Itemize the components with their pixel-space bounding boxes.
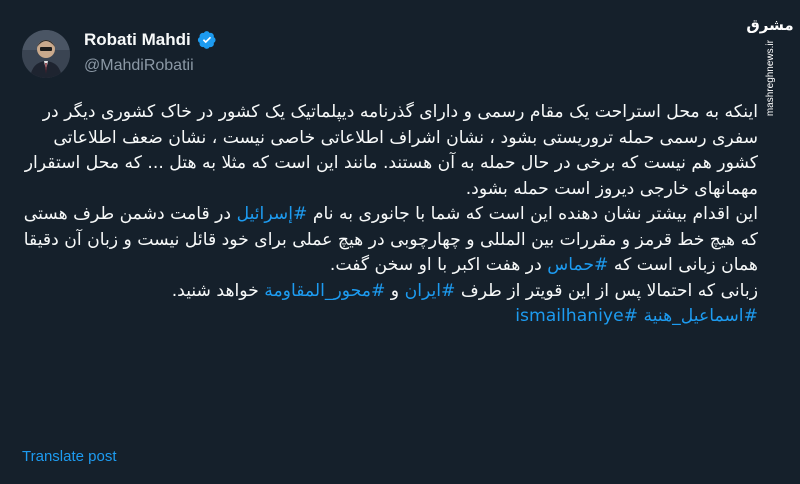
translate-post-link[interactable]: Translate post — [22, 448, 117, 465]
post-paragraph-4: #اسماعیل_هنية #ismailhaniye — [22, 304, 758, 330]
text-segment: و — [385, 280, 405, 301]
hashtag-link[interactable]: #حماس — [547, 255, 608, 275]
hashtag-link[interactable]: #ایران — [405, 281, 456, 301]
post-text: اینکه به محل استراحت یک مقام رسمی و دارا… — [22, 100, 758, 330]
text-segment: زبانی که احتمالا پس از این قویتر از طرف — [455, 280, 758, 301]
hashtag-link[interactable]: #محور_المقاومة — [264, 281, 385, 301]
post-paragraph-2: این اقدام بیشتر نشان دهنده این است که شم… — [22, 202, 758, 279]
avatar[interactable] — [22, 30, 70, 78]
author-display-name[interactable]: Robati Mahdi — [84, 30, 191, 50]
author-row: Robati Mahdi — [84, 30, 217, 50]
hashtag-link[interactable]: #اسماعیل_هنية — [644, 306, 758, 326]
post-paragraph-3: زبانی که احتمالا پس از این قویتر از طرف … — [22, 279, 758, 305]
author-handle[interactable]: @MahdiRobatii — [84, 57, 194, 75]
hashtag-link[interactable]: #إسرائيل — [237, 204, 308, 224]
text-segment: در هفت اکبر با او سخن گفت. — [329, 255, 548, 275]
hashtag-link[interactable]: #ismailhaniye — [515, 306, 638, 326]
verified-badge-icon — [197, 31, 216, 49]
post-card: Robati Mahdi @MahdiRobatii مشرق mashregh… — [0, 0, 800, 484]
watermark-url: mashreghnews.ir — [764, 40, 776, 117]
text-segment: خواهد شنید. — [171, 280, 265, 301]
avatar-image — [22, 30, 70, 78]
post-paragraph-1: اینکه به محل استراحت یک مقام رسمی و دارا… — [24, 102, 758, 199]
text-segment: این اقدام بیشتر نشان دهنده این است که شم… — [307, 204, 758, 224]
watermark-logo: مشرق — [746, 16, 794, 34]
